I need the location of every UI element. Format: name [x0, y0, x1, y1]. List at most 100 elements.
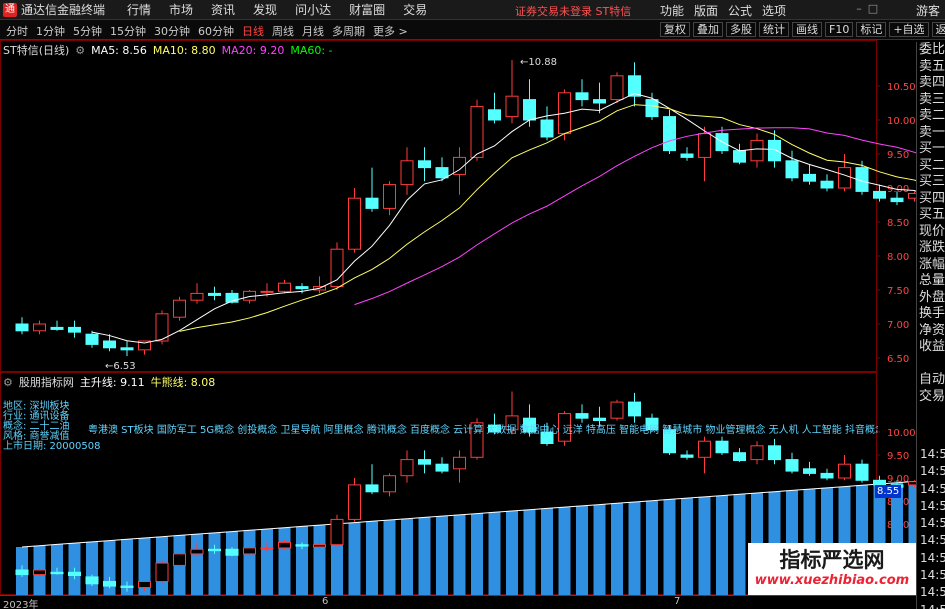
quote-field[interactable]: 买一	[917, 141, 945, 158]
bull-bar	[698, 496, 711, 596]
period-tab[interactable]: 分时	[6, 23, 28, 39]
period-tabs: 分时 1分钟 5分钟 15分钟 30分钟 60分钟 日线 周线 月线 多周期 更多 >	[6, 23, 416, 39]
quote-field[interactable]: 委比	[917, 42, 945, 59]
right-menu-item[interactable]: 版面	[694, 2, 718, 19]
bull-bar	[278, 527, 291, 596]
tool-button[interactable]: 多股	[726, 22, 756, 37]
candle	[698, 126, 711, 182]
period-tab[interactable]: 更多 >	[373, 23, 408, 39]
tool-button[interactable]: 复权	[660, 22, 690, 37]
candle-sub	[155, 560, 169, 584]
tool-button[interactable]: +自选	[889, 22, 929, 37]
candle-body	[593, 99, 606, 104]
candle-sub	[628, 392, 641, 423]
candle-body	[365, 484, 379, 493]
candle	[173, 296, 186, 321]
settings-icon[interactable]: ⚙	[75, 44, 85, 57]
menu-item[interactable]: 交易	[403, 1, 427, 18]
kline-chart[interactable]: 10.5010.009.509.008.508.007.507.006.50←1…	[0, 40, 916, 372]
candle	[68, 320, 81, 338]
candle-body	[365, 197, 379, 209]
candle	[908, 191, 916, 202]
quote-field[interactable]: 卖二	[917, 108, 945, 125]
candle-body	[418, 160, 431, 169]
tool-button[interactable]: 返回	[931, 22, 945, 37]
period-tab[interactable]: 30分钟	[154, 23, 190, 39]
sub-tick-label: 9.50	[887, 451, 909, 462]
period-tab[interactable]: 月线	[302, 23, 324, 39]
quote-field[interactable]: 交易	[917, 389, 945, 406]
candle-body	[15, 323, 29, 332]
candle	[558, 89, 571, 141]
tool-button[interactable]: 画线	[792, 22, 822, 37]
restore-icon[interactable]: □	[866, 2, 880, 15]
quote-field[interactable]: 涨幅	[917, 257, 945, 274]
tool-button[interactable]: F10	[825, 22, 854, 37]
ma20-label: MA20: 9.20	[221, 43, 285, 57]
right-menu-item[interactable]: 选项	[762, 2, 786, 19]
period-tab[interactable]: 多周期	[332, 23, 365, 39]
quote-field[interactable]: 现价	[917, 224, 945, 241]
menu-item[interactable]: 发现	[253, 1, 277, 18]
quote-field[interactable]: 换手	[917, 306, 945, 323]
candle-body	[453, 456, 466, 470]
candle-body	[750, 139, 764, 162]
period-tab[interactable]: 1分钟	[36, 23, 65, 39]
guest-label[interactable]: 游客	[916, 2, 940, 19]
period-tab[interactable]: 60分钟	[198, 23, 234, 39]
ma10-label: MA10: 8.80	[152, 43, 216, 57]
candle-body	[733, 150, 746, 163]
quote-field[interactable]: 净资	[917, 323, 945, 340]
menu-item[interactable]: 资讯	[211, 1, 235, 18]
candle-body	[68, 326, 81, 333]
candle-sub	[348, 478, 361, 522]
quote-field[interactable]: 卖四	[917, 75, 945, 92]
bull-bar	[471, 513, 483, 596]
quote-field[interactable]: 买二	[917, 158, 945, 175]
candle-body	[208, 548, 221, 552]
candle	[15, 317, 29, 335]
period-tab[interactable]: 15分钟	[110, 23, 146, 39]
quote-field[interactable]: 买三	[917, 174, 945, 191]
period-tab[interactable]: 5分钟	[73, 23, 102, 39]
quote-field[interactable]: 自动	[917, 372, 945, 389]
bull-line	[21, 480, 916, 548]
menu-item[interactable]: 市场	[169, 1, 193, 18]
tool-button[interactable]: 统计	[759, 22, 789, 37]
candle-body	[820, 472, 834, 479]
quote-field[interactable]	[917, 356, 945, 373]
tool-button[interactable]: 叠加	[693, 22, 723, 37]
quote-field[interactable]: 卖一	[917, 125, 945, 142]
quote-field[interactable]: 总量	[917, 273, 945, 290]
bull-bar	[611, 503, 623, 596]
quote-field[interactable]: 卖三	[917, 92, 945, 109]
menu-item[interactable]: 行情	[127, 1, 151, 18]
candle-body	[173, 553, 186, 566]
candle	[785, 150, 799, 182]
bull-bar	[541, 508, 553, 596]
candle-sub	[855, 459, 869, 483]
quote-field[interactable]: 卖五	[917, 59, 945, 76]
tool-button[interactable]: 标记	[856, 22, 887, 37]
candle-body	[628, 401, 641, 417]
quote-field[interactable]: 涨跌	[917, 240, 945, 257]
right-menu-item[interactable]: 公式	[728, 2, 752, 19]
menu-item[interactable]: 财富圈	[349, 1, 385, 18]
menu-item[interactable]: 问小达	[295, 1, 331, 18]
candle-body	[610, 401, 624, 419]
candle-body	[908, 192, 916, 199]
candle-body	[418, 459, 431, 465]
quote-field[interactable]: 外盘	[917, 290, 945, 307]
quote-field[interactable]: 买五	[917, 207, 945, 224]
settings-icon[interactable]: ⚙	[3, 376, 13, 389]
right-menu-item[interactable]: 功能	[660, 2, 684, 19]
quote-field[interactable]: 收益	[917, 339, 945, 356]
bull-bar	[366, 521, 378, 596]
candle-body	[715, 440, 729, 454]
trade-login-notice[interactable]: 证券交易未登录 ST特信	[515, 3, 631, 19]
quote-field[interactable]: 买四	[917, 191, 945, 208]
sub-legend: ⚙ 股朋指标网 主升线: 9.11 牛熊线: 8.08	[3, 374, 221, 390]
period-tab[interactable]: 日线	[242, 23, 264, 39]
minimize-icon[interactable]: –	[852, 2, 866, 15]
period-tab[interactable]: 周线	[272, 23, 294, 39]
